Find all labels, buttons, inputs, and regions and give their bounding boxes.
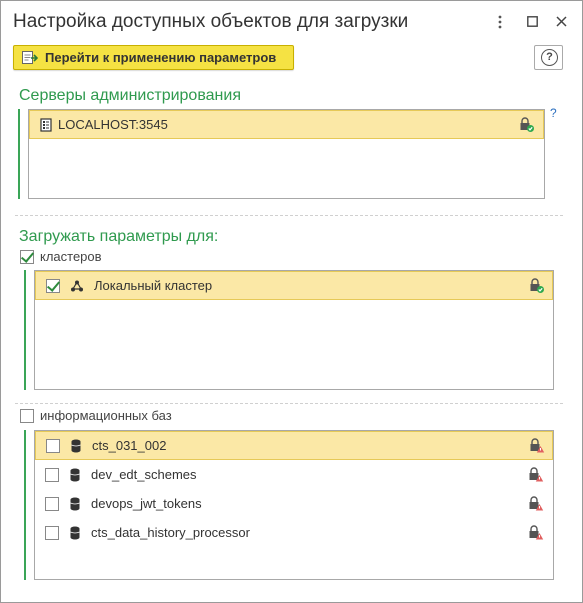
infobase-row[interactable]: devops_jwt_tokens — [35, 489, 553, 518]
lock-ok-icon — [529, 278, 544, 293]
cluster-icon — [70, 280, 84, 292]
apply-icon — [22, 50, 39, 65]
lock-warning-icon — [528, 467, 544, 482]
infobases-checkbox[interactable] — [20, 408, 34, 423]
infobase-row-checkbox[interactable] — [45, 525, 59, 540]
clusters-checkbox-label: кластеров — [40, 249, 102, 264]
clusters-group-bar — [24, 270, 26, 390]
cluster-row[interactable]: Локальный кластер — [35, 271, 553, 300]
maximize-icon[interactable] — [522, 11, 542, 33]
dialog-window: Настройка доступных объектов для загрузк… — [0, 0, 583, 603]
load-params-title: Загружать параметры для: — [19, 228, 219, 245]
database-icon — [71, 439, 81, 453]
window-title: Настройка доступных объектов для загрузк… — [13, 11, 409, 32]
close-icon[interactable] — [551, 11, 571, 33]
apply-button-label: Перейти к применению параметров — [45, 50, 277, 65]
lock-warning-icon — [529, 438, 545, 453]
lock-warning-icon — [528, 496, 544, 511]
cluster-row-checkbox[interactable] — [46, 278, 60, 293]
infobase-label: cts_data_history_processor — [91, 525, 250, 540]
servers-help-hint[interactable]: ? — [550, 106, 557, 120]
cluster-label: Локальный кластер — [94, 278, 213, 293]
servers-group-bar — [18, 109, 20, 199]
infobases-checkbox-row[interactable]: информационных баз — [20, 408, 172, 423]
infobase-row[interactable]: cts_031_002 — [35, 431, 553, 460]
infobases-list[interactable]: cts_031_002 dev_edt_schemes devops_jwt_t… — [34, 430, 554, 580]
servers-section-title: Серверы администрирования — [19, 87, 241, 104]
section-divider — [15, 215, 563, 216]
infobase-row-checkbox[interactable] — [46, 438, 60, 453]
lock-warning-icon — [528, 525, 544, 540]
server-label: LOCALHOST:3545 — [58, 117, 168, 132]
infobase-row-checkbox[interactable] — [45, 467, 59, 482]
clusters-checkbox[interactable] — [20, 249, 34, 264]
database-icon — [70, 526, 80, 540]
infobase-row[interactable]: dev_edt_schemes — [35, 460, 553, 489]
infobase-row-checkbox[interactable] — [45, 496, 59, 511]
database-icon — [70, 468, 80, 482]
server-row[interactable]: LOCALHOST:3545 — [29, 110, 544, 139]
section-divider — [15, 403, 563, 404]
server-icon — [40, 117, 52, 132]
infobases-group-bar — [24, 430, 26, 580]
servers-list[interactable]: LOCALHOST:3545 — [28, 109, 545, 199]
apply-parameters-button[interactable]: Перейти к применению параметров — [13, 45, 294, 70]
infobase-label: dev_edt_schemes — [91, 467, 197, 482]
infobase-label: devops_jwt_tokens — [91, 496, 202, 511]
vertical-dots-icon[interactable] — [490, 11, 510, 33]
infobase-label: cts_031_002 — [92, 438, 167, 453]
clusters-list[interactable]: Локальный кластер — [34, 270, 554, 390]
lock-ok-icon — [519, 117, 534, 132]
clusters-checkbox-row[interactable]: кластеров — [20, 249, 102, 264]
infobase-row[interactable]: cts_data_history_processor — [35, 518, 553, 547]
infobases-checkbox-label: информационных баз — [40, 408, 172, 423]
help-button[interactable]: ? — [534, 45, 563, 70]
database-icon — [70, 497, 80, 511]
help-icon: ? — [541, 49, 558, 66]
